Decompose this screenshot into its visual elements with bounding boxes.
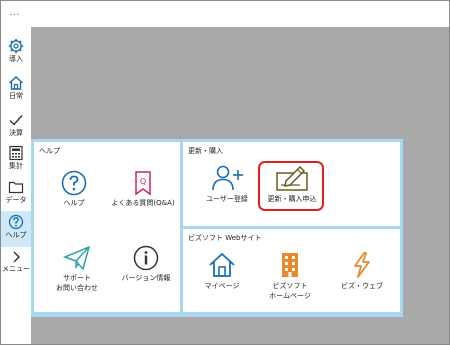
bizweb-tile[interactable]: ビズ・ウェブ xyxy=(335,251,389,291)
info-circle-icon xyxy=(133,245,159,271)
sidebar-item-data[interactable]: データ xyxy=(1,179,31,213)
title-bar: … xyxy=(1,1,449,27)
question-circle-icon xyxy=(61,170,87,196)
sidebar-label: メニュー xyxy=(2,265,30,273)
bizweb-tile-label: ビズ・ウェブ xyxy=(341,282,383,290)
homepage-tile[interactable]: ビズソフト ホームページ xyxy=(263,251,317,301)
folder-icon xyxy=(8,181,24,194)
lightning-icon xyxy=(354,252,370,278)
user-registration-tile[interactable]: ユーザー登録 xyxy=(199,164,255,204)
website-card: ビズソフト Webサイト マイページ ビズソフト ホームページ ビズ・ウェブ xyxy=(183,229,400,312)
mypage-tile[interactable]: マイページ xyxy=(197,251,247,291)
support-tile-label-line2: お問い合わせ xyxy=(56,284,98,292)
chevron-right-icon xyxy=(13,251,20,263)
website-card-title: ビズソフト Webサイト xyxy=(188,234,262,242)
bookmark-q-icon: Q xyxy=(135,171,151,196)
app-window: … 導入 日常 決算 集計 データ ヘルプ メニュー ヘルプ ヘルプ Q よくあ… xyxy=(0,0,450,345)
home-icon xyxy=(9,76,23,90)
sidebar-item-summary[interactable]: 集計 xyxy=(1,145,31,179)
building-icon xyxy=(282,253,298,277)
support-tile-label-line1: サポート xyxy=(63,274,91,282)
svg-text:Q: Q xyxy=(140,177,146,186)
sidebar-item-menu[interactable]: メニュー xyxy=(1,250,31,284)
sidebar-label: 集計 xyxy=(9,162,23,170)
sidebar-label: 決算 xyxy=(9,129,23,137)
faq-tile-label: よくある質問(Q&A) xyxy=(111,199,175,207)
sidebar-item-setup[interactable]: 導入 xyxy=(1,38,31,72)
house-icon xyxy=(209,252,235,277)
sidebar-label: ヘルプ xyxy=(5,231,27,239)
help-card-title: ヘルプ xyxy=(39,147,60,155)
gear-icon xyxy=(8,38,24,54)
check-icon xyxy=(9,115,23,126)
calculator-icon xyxy=(9,145,23,161)
question-icon xyxy=(8,214,24,230)
support-tile[interactable]: サポート お問い合わせ xyxy=(44,245,110,293)
homepage-tile-label-line1: ビズソフト xyxy=(272,282,308,290)
update-card-title: 更新・購入 xyxy=(188,147,223,155)
sidebar-label: 日常 xyxy=(9,92,23,100)
faq-tile[interactable]: Q よくある質問(Q&A) xyxy=(106,170,180,208)
sidebar-label: データ xyxy=(5,196,27,204)
version-tile-label: バージョン情報 xyxy=(121,274,171,282)
user-registration-tile-label: ユーザー登録 xyxy=(206,195,248,203)
paper-plane-icon xyxy=(63,245,91,271)
help-tile-label: ヘルプ xyxy=(63,199,85,207)
sidebar-item-daily[interactable]: 日常 xyxy=(1,75,31,109)
menu-dots[interactable]: … xyxy=(9,5,20,18)
version-tile[interactable]: バージョン情報 xyxy=(116,245,176,283)
sidebar-label: 導入 xyxy=(9,55,23,63)
highlight-frame xyxy=(258,161,324,211)
sidebar-item-closing[interactable]: 決算 xyxy=(1,112,31,146)
homepage-tile-label-line2: ホームページ xyxy=(269,292,311,300)
help-panel: ヘルプ ヘルプ Q よくある質問(Q&A) サポート お問い合わせ バージョン情… xyxy=(31,139,403,317)
help-tile[interactable]: ヘルプ xyxy=(44,170,104,208)
mypage-tile-label: マイページ xyxy=(204,282,240,290)
sidebar-item-help[interactable]: ヘルプ xyxy=(1,211,31,247)
help-card: ヘルプ ヘルプ Q よくある質問(Q&A) サポート お問い合わせ バージョン情… xyxy=(34,142,180,312)
user-add-icon xyxy=(212,165,243,191)
sidebar: 導入 日常 決算 集計 データ ヘルプ メニュー xyxy=(1,27,31,344)
